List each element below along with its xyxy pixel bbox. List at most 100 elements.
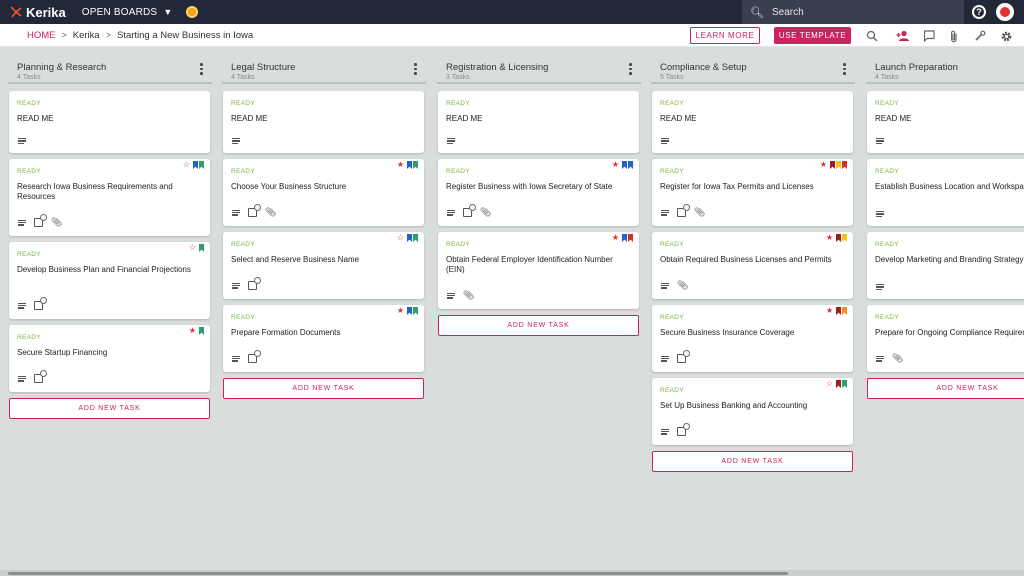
task-title[interactable]: Choose Your Business Structure (231, 182, 418, 192)
task-card[interactable]: READY READ ME (223, 91, 424, 153)
search-board-icon[interactable] (864, 28, 880, 44)
settings-gear-icon[interactable] (998, 28, 1014, 44)
task-title[interactable]: Prepare for Ongoing Compliance Requireme… (875, 328, 1024, 338)
task-card[interactable]: READY Secure Business Insurance Coverage ★ (652, 305, 853, 372)
star-filled-icon[interactable]: ★ (826, 234, 833, 242)
task-card[interactable]: READY Research Iowa Business Requirements… (9, 159, 210, 236)
attachment-icon[interactable] (946, 28, 962, 44)
sun-icon[interactable] (186, 6, 199, 18)
search-input[interactable]: 🔍︎ Search (742, 0, 964, 24)
task-title[interactable]: READ ME (17, 114, 204, 124)
column-menu-icon[interactable] (200, 63, 204, 75)
star-outline-icon[interactable]: ☆ (183, 161, 190, 169)
task-card[interactable]: READY Select and Reserve Business Name ☆ (223, 232, 424, 299)
task-card[interactable]: READY Obtain Required Business Licenses a… (652, 232, 853, 299)
star-outline-icon[interactable]: ☆ (397, 234, 404, 242)
task-title[interactable]: Secure Business Insurance Coverage (660, 328, 847, 338)
task-card[interactable]: READY Register Business with Iowa Secreta… (438, 159, 639, 226)
task-title[interactable]: Develop Marketing and Branding Strategy (875, 255, 1024, 265)
column-menu-icon[interactable] (629, 63, 633, 75)
tools-icon[interactable] (972, 28, 988, 44)
task-card[interactable]: READY Obtain Federal Employer Identificat… (438, 232, 639, 309)
tag-flag-icon (413, 161, 418, 169)
star-outline-icon[interactable]: ☆ (826, 380, 833, 388)
task-card[interactable]: READY Secure Startup Financing ★ (9, 325, 210, 392)
column-title[interactable]: Compliance & Setup (660, 62, 855, 73)
task-indicators (18, 297, 47, 310)
task-title[interactable]: READ ME (875, 114, 1024, 124)
task-card[interactable]: READY READ ME (652, 91, 853, 153)
task-title[interactable]: Set Up Business Banking and Accounting (660, 401, 847, 411)
help-icon[interactable]: ? (972, 5, 986, 19)
task-title[interactable]: Secure Startup Financing (17, 348, 204, 358)
task-title[interactable]: READ ME (446, 114, 633, 124)
task-card[interactable]: READY Develop Marketing and Branding Stra… (867, 232, 1024, 299)
task-title[interactable]: READ ME (231, 114, 418, 124)
learn-more-button[interactable]: LEARN MORE (690, 27, 760, 44)
star-filled-icon[interactable]: ★ (826, 307, 833, 315)
task-title[interactable]: Register for Iowa Tax Permits and Licens… (660, 182, 847, 192)
column-title[interactable]: Launch Preparation (875, 62, 1024, 73)
horizontal-scrollbar[interactable] (0, 570, 1024, 576)
checklist-icon (34, 214, 47, 227)
task-indicators: 📎︎ (447, 204, 491, 217)
chat-icon[interactable] (921, 28, 937, 44)
task-card[interactable]: READY Prepare Formation Documents ★ (223, 305, 424, 372)
add-new-task-button[interactable]: ADD NEW TASK (223, 378, 424, 399)
description-icon (447, 292, 455, 299)
task-card[interactable]: READY Register for Iowa Tax Permits and L… (652, 159, 853, 226)
task-card[interactable]: READY Choose Your Business Structure ★ 📎︎ (223, 159, 424, 226)
task-title[interactable]: Register Business with Iowa Secretary of… (446, 182, 633, 192)
task-status: READY (231, 100, 255, 107)
task-title[interactable]: Obtain Required Business Licenses and Pe… (660, 255, 847, 265)
task-title[interactable]: Obtain Federal Employer Identification N… (446, 255, 633, 275)
star-filled-icon[interactable]: ★ (612, 161, 619, 169)
tag-flag-icon (413, 307, 418, 315)
column-title[interactable]: Legal Structure (231, 62, 426, 73)
task-card[interactable]: READY Establish Business Location and Wor… (867, 159, 1024, 226)
star-filled-icon[interactable]: ★ (820, 161, 827, 169)
open-boards-menu[interactable]: OPEN BOARDS ▼ (82, 7, 173, 18)
column-title[interactable]: Registration & Licensing (446, 62, 641, 73)
add-person-icon[interactable] (895, 28, 911, 44)
task-title[interactable]: Prepare Formation Documents (231, 328, 418, 338)
task-status: READY (875, 241, 899, 248)
task-card[interactable]: READY READ ME (438, 91, 639, 153)
star-filled-icon[interactable]: ★ (397, 161, 404, 169)
column-menu-icon[interactable] (843, 63, 847, 75)
kerika-logo[interactable]: Kerika (10, 5, 66, 20)
column-menu-icon[interactable] (414, 63, 418, 75)
task-card[interactable]: READY Set Up Business Banking and Account… (652, 378, 853, 445)
task-tags: ☆ (183, 161, 204, 169)
use-template-button[interactable]: USE TEMPLATE (774, 27, 851, 44)
task-title[interactable]: Develop Business Plan and Financial Proj… (17, 265, 204, 275)
star-filled-icon[interactable]: ★ (397, 307, 404, 315)
add-new-task-button[interactable]: ADD NEW TASK (9, 398, 210, 419)
tag-flag-icon (836, 307, 841, 315)
task-status: READY (875, 314, 899, 321)
description-icon (661, 209, 669, 216)
breadcrumb-kerika[interactable]: Kerika (73, 30, 100, 41)
star-outline-icon[interactable]: ☆ (189, 244, 196, 252)
attachment-icon: 📎︎ (463, 290, 475, 300)
avatar[interactable] (996, 3, 1014, 21)
column-task-count: 5 Tasks (660, 74, 684, 81)
task-title[interactable]: Select and Reserve Business Name (231, 255, 418, 265)
column-title[interactable]: Planning & Research (17, 62, 212, 73)
task-title[interactable]: Establish Business Location and Workspac… (875, 182, 1024, 192)
scrollbar-thumb[interactable] (8, 571, 788, 575)
task-card[interactable]: READY READ ME (9, 91, 210, 153)
add-new-task-button[interactable]: ADD NEW TASK (867, 378, 1024, 399)
description-icon (232, 282, 240, 289)
breadcrumb-home[interactable]: HOME (27, 30, 56, 41)
task-card[interactable]: READY Develop Business Plan and Financial… (9, 242, 210, 319)
description-icon (876, 284, 884, 290)
star-filled-icon[interactable]: ★ (189, 327, 196, 335)
task-title[interactable]: Research Iowa Business Requirements and … (17, 182, 204, 202)
task-card[interactable]: READY Prepare for Ongoing Compliance Requ… (867, 305, 1024, 372)
task-card[interactable]: READY READ ME (867, 91, 1024, 153)
add-new-task-button[interactable]: ADD NEW TASK (652, 451, 853, 472)
star-filled-icon[interactable]: ★ (612, 234, 619, 242)
task-title[interactable]: READ ME (660, 114, 847, 124)
add-new-task-button[interactable]: ADD NEW TASK (438, 315, 639, 336)
